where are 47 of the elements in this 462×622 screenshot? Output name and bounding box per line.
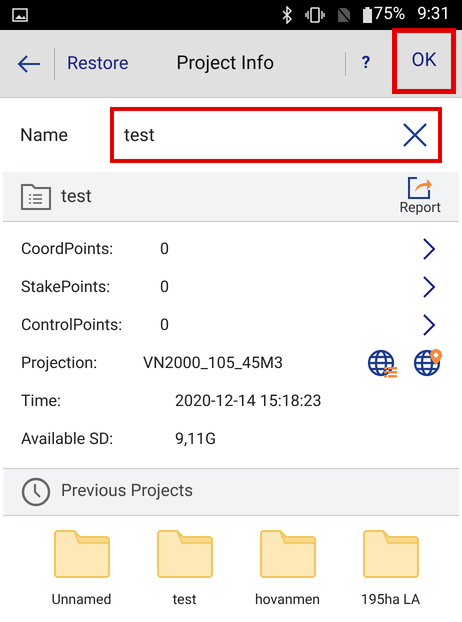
globe-list-icon[interactable] — [366, 347, 398, 379]
back-arrow-icon — [17, 54, 41, 74]
chevron-right-icon[interactable] — [422, 237, 436, 261]
field-value: 2020-12-14 15:18:23 — [175, 390, 322, 412]
chevron-right-icon[interactable] — [422, 275, 436, 299]
project-name: test — [61, 185, 92, 209]
field-label: ControlPoints: — [21, 314, 124, 336]
clock-icon — [21, 477, 51, 507]
battery-icon — [362, 7, 372, 23]
name-label: Name — [20, 124, 69, 148]
chevron-right-icon[interactable] — [422, 313, 436, 337]
field-label: Projection: — [21, 352, 98, 374]
field-label: Available SD: — [21, 428, 114, 450]
bluetooth-icon — [280, 6, 293, 24]
field-label: CoordPoints: — [21, 238, 114, 260]
project-folder-item[interactable]: hovanmen — [236, 530, 339, 611]
project-folder-item[interactable]: Unnamed — [30, 530, 133, 611]
no-sim-icon — [336, 7, 351, 23]
image-icon — [12, 8, 28, 22]
project-folder-item[interactable]: 195ha LA — [339, 530, 442, 611]
name-field[interactable]: test — [110, 107, 442, 163]
field-label: Time: — [21, 390, 62, 412]
globe-pin-icon[interactable] — [412, 347, 444, 379]
name-value: test — [124, 124, 155, 148]
folder-icon — [154, 530, 214, 578]
vibrate-icon — [304, 7, 325, 23]
folder-list-icon — [21, 184, 51, 210]
folder-icon — [258, 530, 318, 578]
export-icon — [407, 176, 434, 200]
report-button[interactable]: Report — [399, 176, 441, 218]
folder-icon — [360, 530, 420, 578]
battery-level: 75% — [374, 3, 406, 26]
field-value: 0 — [160, 314, 169, 336]
field-value: 0 — [160, 276, 169, 298]
clear-icon[interactable] — [402, 122, 428, 148]
field-value: 9,11G — [175, 428, 216, 450]
field-label: StakePoints: — [21, 276, 112, 298]
project-folder-item[interactable]: test — [133, 530, 236, 611]
field-value: 0 — [160, 238, 169, 260]
clock: 9:31 — [417, 3, 450, 26]
page-title: Project Info — [176, 50, 274, 76]
restore-button[interactable]: Restore — [67, 50, 128, 77]
help-button[interactable]: ? — [354, 50, 378, 76]
field-value: VN2000_105_45M3 — [143, 352, 283, 374]
ok-button[interactable]: OK — [392, 28, 456, 94]
section-title: Previous Projects — [61, 480, 193, 504]
folder-icon — [52, 530, 112, 578]
